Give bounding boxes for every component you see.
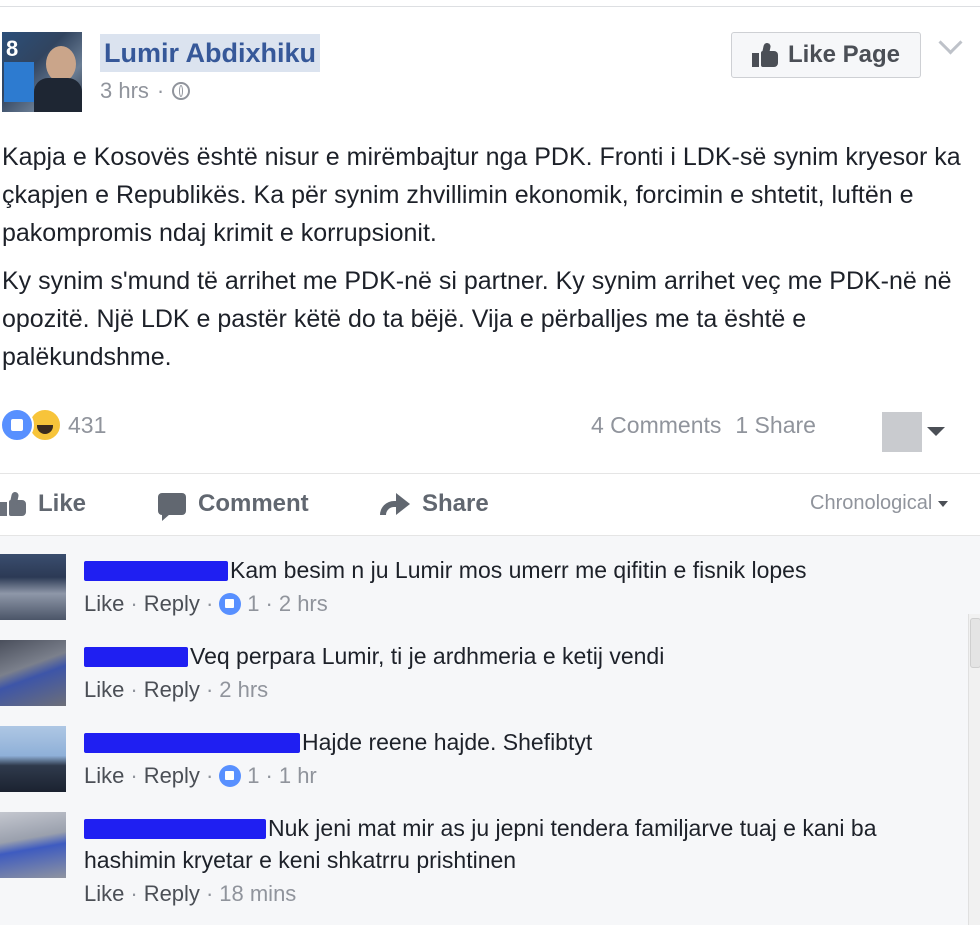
post-time[interactable]: 3 hrs <box>100 78 149 104</box>
comment-text: Kam besim n ju Lumir mos umerr me qifiti… <box>230 557 807 583</box>
reactions-summary[interactable]: 431 <box>0 408 106 442</box>
comment-reply-link[interactable]: Reply <box>144 587 200 621</box>
avatar-badge: 8 <box>6 36 19 61</box>
comment-like-link[interactable]: Like <box>84 759 124 793</box>
comment-time[interactable]: 2 hrs <box>219 673 268 707</box>
commenter-avatar[interactable] <box>0 812 66 878</box>
like-page-label: Like Page <box>787 41 901 68</box>
commenter-avatar[interactable] <box>0 726 66 792</box>
comment-like-link[interactable]: Like <box>84 877 124 911</box>
share-button-label: Share <box>422 490 489 517</box>
comment-like-link[interactable]: Like <box>84 673 124 707</box>
comment-text: Hajde reene hajde. Shefibtyt <box>302 729 593 755</box>
post-options-chevron-down-icon[interactable] <box>938 30 963 55</box>
like-reaction-icon <box>219 593 242 615</box>
share-button[interactable]: Share <box>380 490 489 518</box>
comments-count-link[interactable]: 4 Comments <box>591 412 721 439</box>
post-paragraph: Kapja e Kosovës është nisur e mirëmbajtu… <box>2 143 961 247</box>
post-paragraph: Ky synim s'mund të arrihet me PDK-në si … <box>2 267 952 371</box>
page-avatar[interactable]: 8 <box>2 32 82 112</box>
comment-reply-link[interactable]: Reply <box>144 877 200 911</box>
redacted-name <box>84 647 188 667</box>
comments-section: Kam besim n ju Lumir mos umerr me qifiti… <box>0 536 980 925</box>
share-as-caret-icon[interactable] <box>927 427 945 436</box>
commenter-avatar[interactable] <box>0 554 66 620</box>
meta-separator: · <box>156 78 165 103</box>
share-arrow-icon <box>380 493 410 515</box>
post-meta: 3 hrs · <box>100 78 191 104</box>
comments-scrollbar-thumb[interactable] <box>970 618 980 668</box>
comment-like-count: 1 <box>247 591 260 616</box>
commenter-avatar[interactable] <box>0 640 66 706</box>
redacted-name <box>84 819 266 839</box>
comment-sort-dropdown[interactable]: Chronological <box>810 492 949 515</box>
share-as-avatar[interactable] <box>882 412 922 452</box>
post-stats: 4 Comments 1 Share <box>591 412 816 439</box>
thumbs-up-icon <box>0 491 26 516</box>
divider <box>0 473 980 474</box>
like-button-label: Like <box>38 490 87 517</box>
top-border <box>0 6 980 7</box>
comment-text: Nuk jeni mat mir as ju jepni tendera fam… <box>268 815 877 841</box>
like-button[interactable]: Like <box>0 490 86 518</box>
speech-bubble-icon <box>158 493 186 521</box>
comment-button[interactable]: Comment <box>158 490 309 521</box>
sort-label: Chronological <box>810 492 933 514</box>
comment-reply-link[interactable]: Reply <box>144 673 200 707</box>
redacted-name <box>84 561 228 581</box>
comment-like-count: 1 <box>247 763 260 788</box>
redacted-name <box>84 733 300 753</box>
comment-time[interactable]: 1 hr <box>279 759 317 793</box>
like-page-button[interactable]: Like Page <box>731 32 921 78</box>
comment-button-label: Comment <box>198 490 309 517</box>
reaction-count: 431 <box>68 411 107 438</box>
comment-time[interactable]: 18 mins <box>219 877 296 911</box>
page-name-link[interactable]: Lumir Abdixhiku <box>100 34 321 72</box>
comment-text: Veq perpara Lumir, ti je ardhmeria e ket… <box>190 643 665 669</box>
thumbs-up-icon <box>751 42 778 67</box>
caret-down-icon <box>938 500 949 507</box>
like-reaction-icon <box>0 408 34 442</box>
comment-text-continued: hashimin kryetar e keni shkatrru prishti… <box>84 847 517 873</box>
shares-count-link[interactable]: 1 Share <box>735 412 816 439</box>
comment-reply-link[interactable]: Reply <box>144 759 200 793</box>
globe-icon <box>172 82 191 100</box>
comment-time[interactable]: 2 hrs <box>279 587 328 621</box>
post-body: Kapja e Kosovës është nisur e mirëmbajtu… <box>2 138 977 386</box>
comment-like-link[interactable]: Like <box>84 587 124 621</box>
like-reaction-icon <box>219 765 242 787</box>
